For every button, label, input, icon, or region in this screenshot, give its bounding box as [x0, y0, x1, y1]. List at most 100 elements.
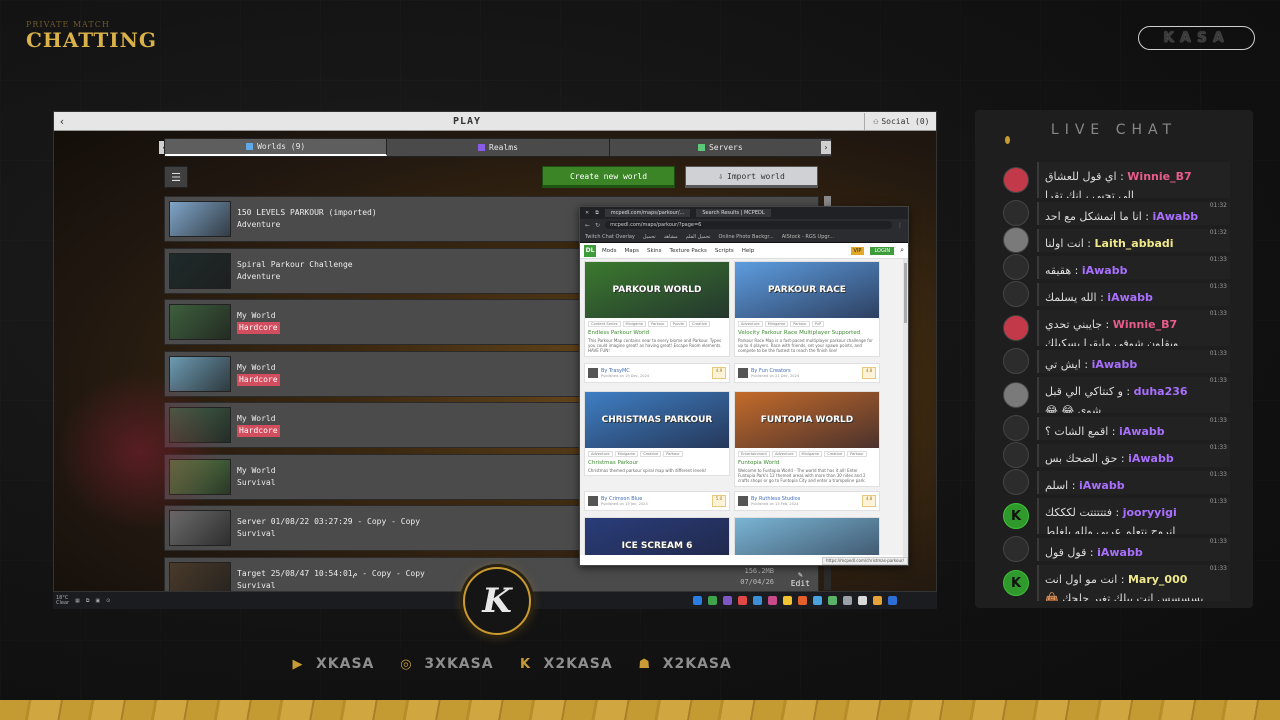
chat-username[interactable]: iAwabb	[1079, 479, 1125, 492]
map-tag[interactable]: Puzzle	[669, 321, 688, 327]
chat-username[interactable]: iAwabb	[1152, 210, 1198, 223]
map-tag[interactable]: Creative	[640, 451, 662, 457]
browser-tabs-icon[interactable]: ⧉	[595, 210, 599, 216]
map-card[interactable]: ICE SCREAM 6	[584, 517, 730, 555]
map-card[interactable]	[734, 517, 880, 555]
chat-username[interactable]: iAwabb	[1128, 452, 1174, 465]
chat-username[interactable]: duha236	[1134, 385, 1188, 398]
chat-username[interactable]: iAwabb	[1092, 358, 1138, 371]
map-tag[interactable]: Parkour	[648, 321, 668, 327]
url-input[interactable]: mcpedl.com/maps/parkour/?page=6	[605, 221, 892, 229]
browser-tab-search[interactable]: Search Results | MCPEDL	[696, 209, 771, 217]
grid-icon[interactable]: ▦	[75, 598, 80, 604]
map-tag[interactable]: Parkour	[790, 321, 810, 327]
chat-username[interactable]: iAwabb	[1097, 546, 1143, 559]
map-tag[interactable]: Content Series	[588, 321, 621, 327]
map-author-row[interactable]: By Fun Creators Published on 21 Dec, 2024…	[734, 363, 880, 383]
widgets-icon[interactable]: ▣	[95, 598, 100, 604]
taskbar-app-icon[interactable]	[858, 596, 867, 605]
create-new-world-button[interactable]: Create new world	[542, 166, 675, 188]
tab-servers[interactable]: Servers	[610, 139, 831, 156]
map-card[interactable]: CHRISTMAS PARKOUR Adventure Minigame Creati…	[584, 391, 730, 477]
taskbar-app-icon[interactable]	[708, 596, 717, 605]
site-nav-item[interactable]: Texture Packs	[670, 248, 707, 254]
map-tag[interactable]: Minigame	[614, 451, 639, 457]
map-tag[interactable]: PvP	[811, 321, 825, 327]
browser-tab-active[interactable]: mcpedl.com/maps/parkour/...	[604, 209, 691, 217]
map-tag[interactable]: Parkour	[847, 451, 867, 457]
site-nav-item[interactable]: Skins	[647, 248, 662, 254]
map-tag[interactable]: Adventure	[588, 451, 613, 457]
bookmark-item[interactable]: Twitch Chat Overlay	[585, 234, 635, 240]
map-title[interactable]: Velocity Parkour Race Multiplayer Suppor…	[735, 330, 879, 336]
chat-username[interactable]: Winnie_B7	[1113, 318, 1177, 331]
import-world-button[interactable]: ⇩ Import world	[685, 166, 818, 188]
list-view-button[interactable]: ☰	[164, 166, 188, 188]
map-tag[interactable]: Adventure	[738, 321, 763, 327]
map-card[interactable]: PARKOUR WORLD Content Series Minigame Parko…	[584, 261, 730, 357]
taskbar-app-icon[interactable]	[828, 596, 837, 605]
taskbar-app-icon[interactable]	[843, 596, 852, 605]
edit-world-button[interactable]: ✎ Edit	[791, 570, 810, 588]
chat-username[interactable]: iAwabb	[1082, 264, 1128, 277]
map-tag[interactable]: Adventure	[771, 451, 797, 457]
social-link[interactable]: ☗ X2KASA	[635, 656, 732, 672]
bookmark-item[interactable]: مشاهد	[664, 234, 678, 240]
taskbar-app-icon[interactable]	[738, 596, 747, 605]
map-author-row[interactable]: By Crimson Blue Published on 15 Jan, 2024…	[584, 491, 730, 511]
taskbar-app-icon[interactable]	[768, 596, 777, 605]
map-tag[interactable]: Creative	[824, 451, 846, 457]
map-tag[interactable]: Minigame	[764, 321, 789, 327]
social-link[interactable]: ◎ 3XKASA	[396, 656, 493, 672]
map-tag[interactable]: Parkour	[663, 451, 683, 457]
login-button[interactable]: LOGIN	[870, 246, 895, 255]
bookmark-item[interactable]: تحميل الفلم	[686, 234, 711, 240]
site-nav-item[interactable]: Mods	[602, 248, 616, 254]
map-author-row[interactable]: By TrasyMC Published on 19 Dec, 2024 4.9	[584, 363, 730, 383]
bookmark-item[interactable]: AIStock - RGS Upgr...	[782, 234, 834, 240]
menu-dots-icon[interactable]: ⋮	[897, 222, 903, 229]
weather-widget[interactable]: 18°C Clear	[56, 595, 69, 606]
back-button[interactable]: ‹	[54, 115, 70, 128]
task-view-icon[interactable]: ⧉	[86, 598, 90, 604]
map-tag[interactable]: Minigame	[622, 321, 647, 327]
taskbar-app-icon[interactable]	[693, 596, 702, 605]
chat-username[interactable]: iAwabb	[1107, 291, 1153, 304]
social-link[interactable]: ▶ XKASA	[288, 656, 374, 672]
bookmark-item[interactable]: تحميل	[643, 234, 656, 240]
chat-username[interactable]: Laith_abbadi	[1095, 237, 1174, 250]
search-icon[interactable]: ⌕	[900, 246, 904, 255]
taskbar-app-icon[interactable]	[783, 596, 792, 605]
mcpedl-logo[interactable]: DL	[584, 244, 596, 257]
site-nav-item[interactable]: Scripts	[715, 248, 734, 254]
map-card[interactable]: PARKOUR RACE Adventure Minigame Parkour PvP V…	[734, 261, 880, 357]
tab-realms[interactable]: Realms	[387, 139, 610, 156]
map-author-row[interactable]: By Ruthless Studios Published on 13 Feb, …	[734, 491, 880, 511]
chat-username[interactable]: jooryyigi	[1123, 506, 1177, 519]
map-tag[interactable]: Entertainment	[738, 451, 770, 457]
chat-icon[interactable]: ⊙	[106, 598, 110, 604]
browser-close-icon[interactable]: ✕	[585, 210, 589, 216]
social-button[interactable]: ⚇ Social (0)	[864, 112, 936, 130]
taskbar-app-icon[interactable]	[873, 596, 882, 605]
taskbar-app-icon[interactable]	[813, 596, 822, 605]
vip-button[interactable]: VIP	[850, 246, 865, 255]
browser-scrollbar[interactable]	[903, 259, 908, 565]
taskbar-app-icon[interactable]	[888, 596, 897, 605]
taskbar-app-icon[interactable]	[798, 596, 807, 605]
map-tag[interactable]: Minigame	[798, 451, 823, 457]
map-card[interactable]: FUNTOPIA WORLD Entertainment Adventure Mini…	[734, 391, 880, 487]
site-nav-item[interactable]: Help	[742, 248, 755, 254]
taskbar-app-icon[interactable]	[753, 596, 762, 605]
map-tag[interactable]: Creative	[689, 321, 711, 327]
tab-worlds[interactable]: Worlds (9)	[165, 139, 388, 156]
tab-right-arrow-icon[interactable]: ›	[821, 141, 831, 154]
social-link[interactable]: K X2KASA	[516, 656, 613, 672]
chat-username[interactable]: iAwabb	[1119, 425, 1165, 438]
chat-username[interactable]: Mary_000	[1128, 573, 1187, 586]
site-nav-item[interactable]: Maps	[624, 248, 638, 254]
taskbar-app-icon[interactable]	[723, 596, 732, 605]
bookmark-item[interactable]: Online Photo Backgr...	[718, 234, 773, 240]
reload-icon[interactable]: ↻	[595, 222, 600, 229]
chat-username[interactable]: Winnie_B7	[1127, 170, 1191, 183]
